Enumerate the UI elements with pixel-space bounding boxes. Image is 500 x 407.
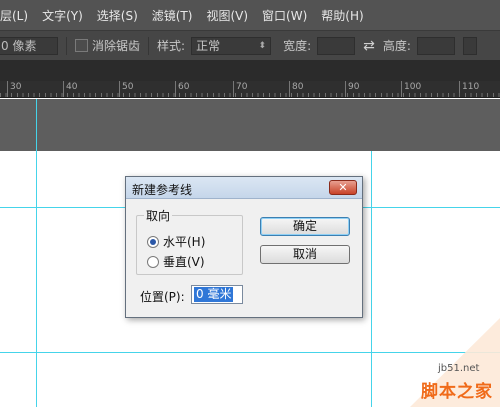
menu-help[interactable]: 帮助(H) bbox=[315, 7, 371, 24]
menu-type[interactable]: 文字(Y) bbox=[36, 7, 91, 24]
position-label: 位置(P): bbox=[140, 290, 185, 304]
style-select[interactable]: 正常 ⬍ bbox=[191, 36, 272, 55]
vertical-guide[interactable] bbox=[371, 151, 372, 407]
dialog-titlebar[interactable]: 新建参考线 ✕ bbox=[126, 177, 362, 199]
ruler-label: 40 bbox=[66, 82, 78, 92]
height-input[interactable] bbox=[416, 36, 455, 55]
horizontal-ruler[interactable]: 30 40 50 60 70 80 90 100 110 bbox=[0, 81, 500, 98]
menu-layer[interactable]: 层(L) bbox=[0, 7, 36, 24]
options-bar: 0 像素 消除锯齿 样式: 正常 ⬍ 宽度: ⇄ 高度: bbox=[0, 30, 500, 60]
radio-button-checked[interactable] bbox=[147, 235, 159, 248]
style-select-value: 正常 bbox=[196, 38, 221, 53]
watermark-url: jb51.net bbox=[438, 363, 480, 374]
swap-icon[interactable]: ⇄ bbox=[363, 38, 375, 54]
close-icon: ✕ bbox=[338, 181, 348, 194]
height-label: 高度: bbox=[382, 39, 411, 53]
width-label: 宽度: bbox=[283, 39, 312, 53]
ruler-label: 60 bbox=[178, 82, 190, 92]
divider bbox=[148, 36, 150, 55]
antialias-checkbox[interactable] bbox=[75, 39, 88, 52]
ruler-label: 100 bbox=[404, 82, 422, 92]
radio-vertical-label: 垂直(V) bbox=[163, 255, 205, 269]
menu-filter[interactable]: 滤镜(T) bbox=[146, 7, 201, 24]
pasteboard bbox=[0, 99, 500, 151]
style-label: 样式: bbox=[157, 39, 186, 53]
ruler-label: 90 bbox=[348, 82, 360, 92]
cancel-button[interactable]: 取消 bbox=[260, 245, 350, 264]
document-tab-strip bbox=[0, 60, 500, 81]
vertical-guide[interactable] bbox=[36, 99, 37, 407]
menu-view[interactable]: 视图(V) bbox=[200, 7, 256, 24]
menu-bar: 层(L) 文字(Y) 选择(S) 滤镜(T) 视图(V) 窗口(W) 帮助(H) bbox=[0, 0, 500, 30]
updown-arrow-icon: ⬍ bbox=[258, 40, 267, 51]
position-input[interactable]: 0 毫米 bbox=[191, 285, 243, 304]
orientation-legend: 取向 bbox=[144, 207, 173, 224]
ruler-label: 110 bbox=[462, 82, 480, 92]
options-extra-input[interactable] bbox=[462, 36, 477, 55]
menu-window[interactable]: 窗口(W) bbox=[256, 7, 315, 24]
radio-horizontal-label: 水平(H) bbox=[163, 235, 206, 249]
ruler-label: 80 bbox=[292, 82, 304, 92]
close-button[interactable]: ✕ bbox=[329, 180, 357, 195]
radio-button[interactable] bbox=[147, 255, 159, 268]
radio-horizontal[interactable]: 水平(H) bbox=[147, 233, 205, 250]
antialias-label: 消除锯齿 bbox=[92, 39, 141, 53]
new-guide-dialog: 新建参考线 ✕ 取向 水平(H) 垂直(V) 确定 取消 位置(P): 0 毫米 bbox=[125, 176, 363, 318]
ruler-label: 30 bbox=[10, 82, 22, 92]
orientation-group: 取向 水平(H) 垂直(V) bbox=[136, 207, 243, 275]
feather-input[interactable]: 0 像素 bbox=[0, 36, 58, 55]
ruler-label: 70 bbox=[236, 82, 248, 92]
ok-button[interactable]: 确定 bbox=[260, 217, 350, 236]
divider bbox=[66, 36, 67, 55]
width-input[interactable] bbox=[317, 36, 356, 55]
menu-select[interactable]: 选择(S) bbox=[91, 7, 146, 24]
radio-vertical[interactable]: 垂直(V) bbox=[147, 253, 205, 270]
watermark-logo-text: 脚本之家 bbox=[421, 382, 493, 402]
ruler-label: 50 bbox=[122, 82, 134, 92]
ruler-minor-ticks bbox=[0, 93, 500, 97]
dialog-title: 新建参考线 bbox=[132, 183, 193, 197]
position-value: 0 毫米 bbox=[194, 287, 234, 302]
